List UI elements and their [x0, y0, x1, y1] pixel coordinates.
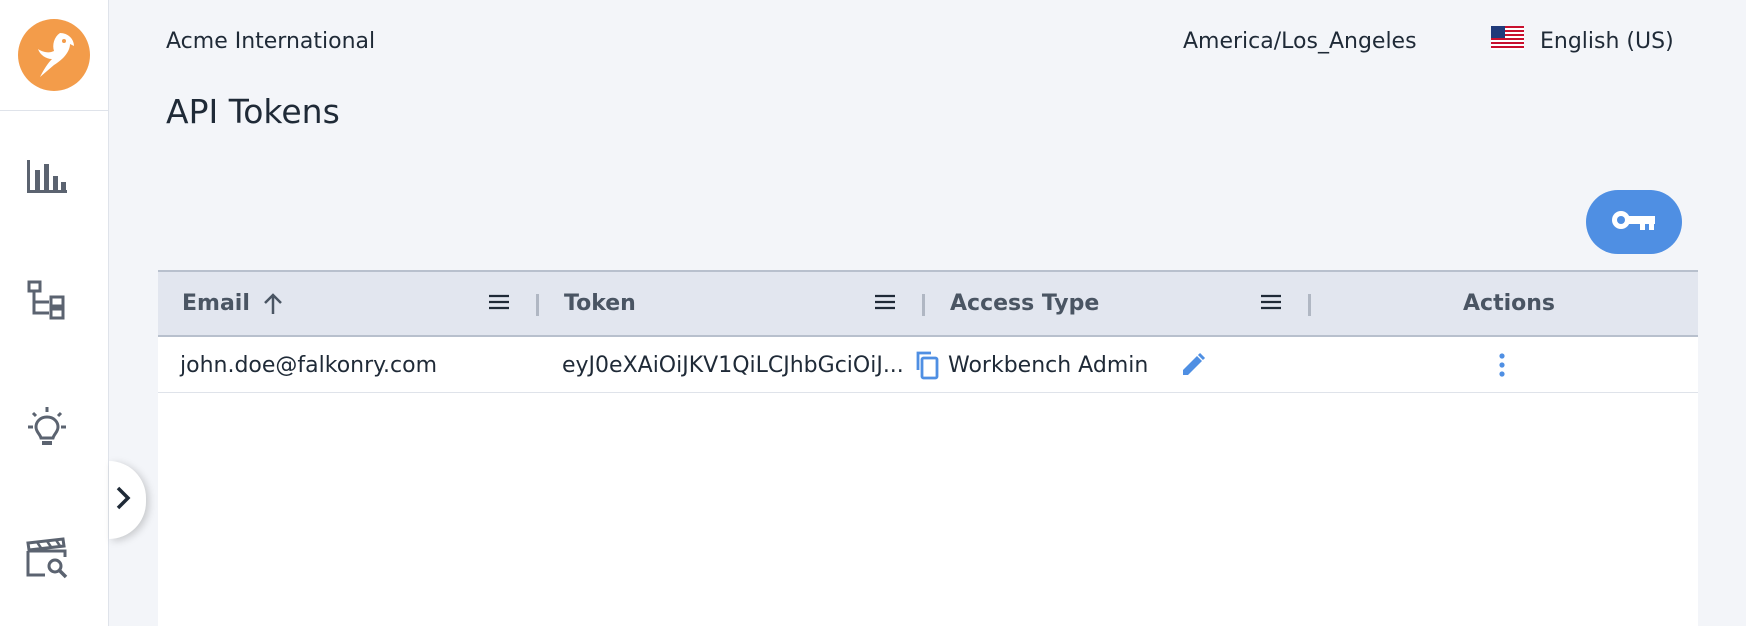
column-label: Access Type: [950, 291, 1100, 316]
cell-token: eyJ0eXAiOiJKV1QiLCJhbGciOiJ...: [562, 337, 908, 393]
column-label: Actions: [1463, 291, 1555, 316]
column-header-actions: Actions: [1463, 272, 1555, 335]
sort-ascending-icon: [262, 292, 284, 316]
cell-access-type: Workbench Admin: [948, 352, 1149, 378]
column-header-email[interactable]: Email: [182, 272, 284, 335]
sidebar-item-explorer[interactable]: [0, 530, 94, 590]
sidebar-expand-button[interactable]: [109, 461, 146, 539]
sidebar-item-insights[interactable]: [0, 400, 94, 460]
column-menu-icon[interactable]: [488, 292, 510, 316]
org-name: Acme International: [166, 29, 376, 54]
column-resize-handle[interactable]: [536, 294, 539, 316]
column-menu-icon[interactable]: [874, 292, 896, 316]
language-selector[interactable]: English (US): [1491, 26, 1674, 56]
token-value: eyJ0eXAiOiJKV1QiLCJhbGciOiJ...: [562, 352, 904, 378]
more-actions-icon[interactable]: [1498, 337, 1506, 393]
language-label: English (US): [1540, 28, 1674, 54]
table-header: Email Token Access Type Actions: [158, 270, 1698, 337]
tokens-table: Email Token Access Type Actions john.doe…: [158, 270, 1698, 626]
logo-area: [0, 0, 108, 111]
column-label: Token: [564, 291, 636, 316]
column-header-token[interactable]: Token: [564, 272, 636, 335]
cell-email: john.doe@falkonry.com: [180, 352, 438, 378]
page-title: API Tokens: [166, 92, 340, 131]
falcon-logo-icon[interactable]: [18, 19, 90, 91]
clapper-search-icon: [25, 537, 69, 583]
column-menu-icon[interactable]: [1260, 292, 1282, 316]
chevron-right-icon: [113, 485, 133, 515]
edit-icon[interactable]: [1180, 337, 1206, 393]
column-label: Email: [182, 291, 250, 316]
us-flag-icon: [1491, 26, 1524, 56]
copy-icon[interactable]: [914, 337, 940, 393]
sidebar-item-analytics[interactable]: [0, 148, 94, 208]
column-header-access-type[interactable]: Access Type: [950, 272, 1099, 335]
bar-chart-icon: [26, 158, 68, 198]
hierarchy-icon: [27, 280, 67, 326]
table-row[interactable]: john.doe@falkonry.com eyJ0eXAiOiJKV1QiLC…: [158, 337, 1698, 393]
key-icon: [1610, 208, 1658, 236]
add-token-button[interactable]: [1586, 190, 1682, 254]
column-resize-handle[interactable]: [1308, 294, 1311, 316]
lightbulb-icon: [24, 405, 70, 455]
sidebar-item-hierarchy[interactable]: [0, 273, 94, 333]
timezone-selector[interactable]: America/Los_Angeles: [1183, 29, 1417, 54]
sidebar: [0, 0, 109, 626]
column-resize-handle[interactable]: [922, 294, 925, 316]
